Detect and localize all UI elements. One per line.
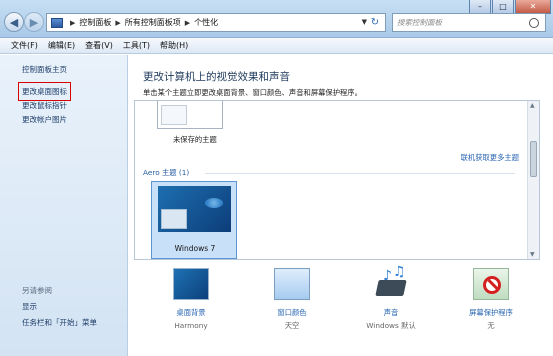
window-controls: – □ ✕ bbox=[469, 0, 551, 14]
close-button[interactable]: ✕ bbox=[515, 0, 551, 14]
theme-settings-bar: 桌面背景 Harmony 窗口颜色 天空 ♪ ♫ 声音 Windows 默认 屏… bbox=[129, 262, 553, 356]
maximize-button[interactable]: □ bbox=[492, 0, 514, 14]
unsaved-theme-label[interactable]: 未保存的主题 bbox=[173, 135, 217, 145]
minimize-button[interactable]: – bbox=[469, 0, 491, 14]
menu-file[interactable]: 文件(F) bbox=[6, 38, 43, 53]
window-title-bar: – □ ✕ ◀ ▶ ▶ 控制面板 ▶ 所有控制面板项 ▶ 个性化 ▼ ↻ 搜索控… bbox=[0, 0, 553, 38]
speaker-box-icon bbox=[375, 280, 407, 296]
sidebar-display[interactable]: 显示 bbox=[22, 301, 37, 312]
window-color-icon bbox=[274, 268, 310, 300]
back-button[interactable]: ◀ bbox=[4, 12, 24, 32]
screensaver-icon bbox=[473, 268, 509, 300]
refresh-icon[interactable]: ↻ bbox=[367, 15, 383, 30]
back-arrow-icon: ◀ bbox=[9, 15, 19, 29]
menu-edit[interactable]: 编辑(E) bbox=[43, 38, 80, 53]
sound-value: Windows 默认 bbox=[366, 321, 416, 330]
theme-windows7[interactable]: Windows 7 bbox=[151, 181, 237, 259]
forward-button[interactable]: ▶ bbox=[24, 12, 44, 32]
sound-title[interactable]: 声音 bbox=[351, 308, 431, 318]
unsaved-theme-thumbnail[interactable] bbox=[157, 101, 223, 129]
menu-help[interactable]: 帮助(H) bbox=[155, 38, 193, 53]
breadcrumb-control-panel[interactable]: 控制面板 bbox=[79, 17, 111, 28]
search-input[interactable]: 搜索控制面板 bbox=[397, 17, 529, 28]
menu-tools[interactable]: 工具(T) bbox=[118, 38, 155, 53]
theme-list[interactable]: 未保存的主题 联机获取更多主题 Aero 主题 (1) Windows 7 ▲ … bbox=[134, 100, 540, 260]
control-panel-icon bbox=[51, 17, 63, 28]
search-icon[interactable] bbox=[529, 17, 539, 28]
theme-preview-image bbox=[158, 186, 231, 232]
breadcrumb-separator-icon: ▶ bbox=[184, 18, 191, 27]
page-title: 更改计算机上的视觉效果和声音 bbox=[143, 71, 290, 83]
breadcrumb-all-items[interactable]: 所有控制面板项 bbox=[125, 17, 181, 28]
window-preview-icon bbox=[161, 105, 187, 125]
get-more-themes-link[interactable]: 联机获取更多主题 bbox=[461, 153, 519, 163]
theme-list-scrollbar[interactable]: ▲ ▼ bbox=[527, 101, 539, 259]
breadcrumb-separator-icon: ▶ bbox=[115, 18, 121, 27]
sidebar: 控制面板主页 更改桌面图标 更改鼠标指针 更改帐户图片 另请参阅 显示 任务栏和… bbox=[0, 55, 128, 356]
sound-icon: ♪ ♫ bbox=[373, 264, 409, 300]
music-note-icon: ♫ bbox=[393, 264, 406, 280]
screensaver-setting[interactable]: 屏幕保护程序 无 bbox=[451, 268, 531, 331]
menu-bar: 文件(F) 编辑(E) 查看(V) 工具(T) 帮助(H) bbox=[0, 38, 553, 54]
group-divider bbox=[205, 173, 515, 174]
theme-windows7-label: Windows 7 bbox=[174, 244, 216, 253]
breadcrumb-separator-icon: ▶ bbox=[70, 18, 76, 27]
desktop-background-value: Harmony bbox=[174, 321, 208, 330]
aero-themes-heading: Aero 主题 (1) bbox=[143, 168, 190, 177]
sidebar-change-mouse-pointers[interactable]: 更改鼠标指针 bbox=[22, 100, 67, 111]
page-description: 单击某个主题立即更改桌面背景、窗口颜色、声音和屏幕保护程序。 bbox=[143, 88, 362, 97]
scroll-down-icon[interactable]: ▼ bbox=[530, 251, 535, 258]
desktop-background-setting[interactable]: 桌面背景 Harmony bbox=[151, 268, 231, 330]
window-color-setting[interactable]: 窗口颜色 天空 bbox=[252, 268, 332, 331]
no-symbol-icon bbox=[483, 276, 501, 294]
sidebar-change-desktop-icons[interactable]: 更改桌面图标 bbox=[18, 82, 71, 101]
window-preview-icon bbox=[161, 209, 187, 229]
address-bar[interactable]: ▶ 控制面板 ▶ 所有控制面板项 ▶ 个性化 ▼ ↻ bbox=[46, 13, 386, 32]
search-box[interactable]: 搜索控制面板 bbox=[392, 13, 546, 32]
screensaver-value: 无 bbox=[487, 321, 495, 330]
breadcrumb-personalization[interactable]: 个性化 bbox=[194, 17, 218, 28]
scroll-up-icon[interactable]: ▲ bbox=[530, 102, 535, 109]
main-content: 更改计算机上的视觉效果和声音 单击某个主题立即更改桌面背景、窗口颜色、声音和屏幕… bbox=[129, 55, 553, 356]
screensaver-title[interactable]: 屏幕保护程序 bbox=[451, 308, 531, 318]
menu-view[interactable]: 查看(V) bbox=[80, 38, 118, 53]
sidebar-change-account-picture[interactable]: 更改帐户图片 bbox=[22, 114, 67, 125]
desktop-background-icon bbox=[173, 268, 209, 300]
window-color-value: 天空 bbox=[284, 321, 300, 330]
sidebar-taskbar-start-menu[interactable]: 任务栏和「开始」菜单 bbox=[22, 317, 97, 328]
window-color-title[interactable]: 窗口颜色 bbox=[252, 308, 332, 318]
forward-arrow-icon: ▶ bbox=[29, 15, 39, 29]
windows-logo-icon bbox=[205, 198, 223, 208]
see-also-heading: 另请参阅 bbox=[22, 286, 52, 295]
sound-setting[interactable]: ♪ ♫ 声音 Windows 默认 bbox=[351, 264, 431, 331]
scrollbar-thumb[interactable] bbox=[530, 141, 537, 177]
sidebar-control-panel-home[interactable]: 控制面板主页 bbox=[22, 64, 67, 75]
desktop-background-title[interactable]: 桌面背景 bbox=[151, 308, 231, 318]
